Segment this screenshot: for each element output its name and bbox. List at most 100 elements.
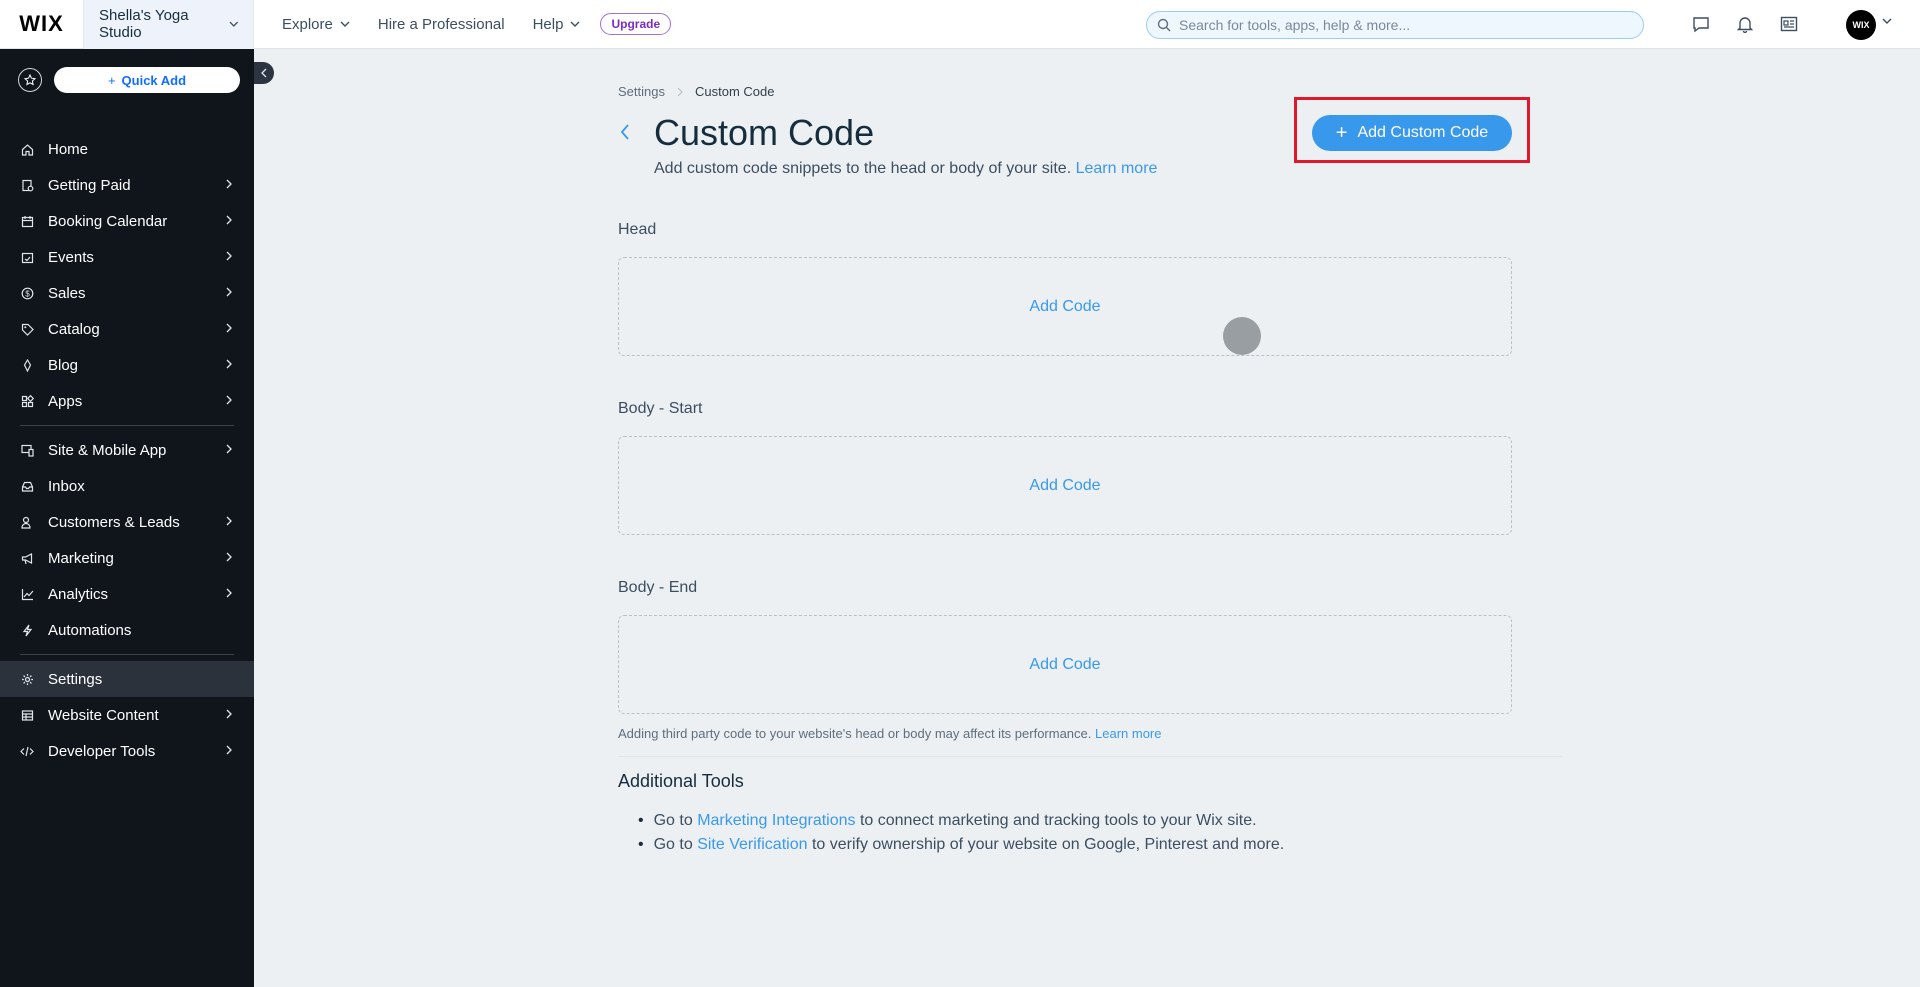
sidebar-item-analytics[interactable]: Analytics bbox=[0, 576, 254, 612]
tool-suffix: to verify ownership of your website on G… bbox=[811, 836, 1285, 853]
sidebar-item-inbox[interactable]: Inbox bbox=[0, 468, 254, 504]
chart-icon bbox=[20, 587, 34, 601]
sidebar-item-sales[interactable]: $ Sales bbox=[0, 275, 254, 311]
wix-logo[interactable]: WIX bbox=[0, 0, 84, 49]
home-icon bbox=[20, 142, 34, 156]
list-item: Go to Site Verification to verify owners… bbox=[638, 836, 1285, 854]
marketing-integrations-link[interactable]: Marketing Integrations bbox=[697, 812, 855, 830]
chevron-right-icon bbox=[226, 359, 232, 369]
back-arrow-icon[interactable] bbox=[619, 123, 631, 141]
chevron-down-icon bbox=[340, 21, 350, 27]
sidebar-item-home[interactable]: Home bbox=[0, 131, 254, 167]
megaphone-icon bbox=[20, 551, 34, 565]
sidebar-item-label: Automations bbox=[48, 621, 132, 639]
sidebar-item-catalog[interactable]: Catalog bbox=[0, 311, 254, 347]
breadcrumb-settings[interactable]: Settings bbox=[618, 84, 665, 99]
chat-icon[interactable] bbox=[1691, 14, 1711, 34]
sidebar-item-settings[interactable]: Settings bbox=[0, 661, 254, 697]
head-code-box[interactable]: Add Code bbox=[618, 257, 1512, 356]
favorites-button[interactable] bbox=[18, 68, 42, 92]
sidebar-item-site-mobile-app[interactable]: Site & Mobile App bbox=[0, 432, 254, 468]
chevron-right-icon bbox=[226, 287, 232, 297]
news-icon[interactable] bbox=[1779, 14, 1799, 34]
bell-icon[interactable] bbox=[1735, 14, 1755, 34]
chevron-right-icon bbox=[226, 323, 232, 333]
site-name: Shella's Yoga Studio bbox=[99, 7, 189, 41]
quick-add-label: Quick Add bbox=[121, 72, 187, 88]
chevron-right-icon bbox=[226, 444, 232, 454]
chevron-right-icon bbox=[226, 215, 232, 225]
sidebar-item-customers-leads[interactable]: Customers & Leads bbox=[0, 504, 254, 540]
sidebar-item-label: Blog bbox=[48, 356, 79, 374]
learn-more-link[interactable]: Learn more bbox=[1076, 160, 1158, 177]
chevron-right-icon bbox=[226, 251, 232, 261]
calendar-icon bbox=[20, 214, 34, 228]
dollar-icon: $ bbox=[20, 286, 34, 300]
sidebar-item-booking-calendar[interactable]: Booking Calendar bbox=[0, 203, 254, 239]
sidebar-item-label: Sales bbox=[48, 284, 86, 302]
sidebar-item-label: Events bbox=[48, 248, 94, 266]
search-input[interactable] bbox=[1179, 17, 1619, 33]
body-end-code-box[interactable]: Add Code bbox=[618, 615, 1512, 714]
nav-explore-label: Explore bbox=[282, 15, 333, 33]
table-icon bbox=[20, 708, 34, 722]
gear-icon bbox=[20, 672, 34, 686]
list-item: Go to Marketing Integrations to connect … bbox=[638, 812, 1284, 830]
add-code-link[interactable]: Add Code bbox=[1029, 298, 1100, 316]
sidebar-item-label: Analytics bbox=[48, 585, 109, 603]
additional-tools-title: Additional Tools bbox=[618, 771, 744, 791]
chevron-down-icon bbox=[570, 21, 580, 27]
svg-text:$: $ bbox=[25, 289, 30, 298]
breadcrumb-custom-code: Custom Code bbox=[694, 84, 775, 99]
pen-icon bbox=[20, 358, 34, 372]
sidebar-item-apps[interactable]: Apps bbox=[0, 383, 254, 419]
section-label-body-end: Body - End bbox=[618, 579, 698, 596]
sidebar-item-blog[interactable]: Blog bbox=[0, 347, 254, 383]
sidebar-menu: Home Getting Paid Booking Calendar Event… bbox=[0, 131, 254, 769]
tool-prefix: Go to bbox=[653, 836, 693, 853]
upgrade-button[interactable]: Upgrade bbox=[600, 13, 672, 35]
nav-help[interactable]: Help bbox=[533, 16, 581, 33]
site-verification-link[interactable]: Site Verification bbox=[697, 836, 807, 854]
top-bar: WIX Shella's Yoga Studio Explore Hire a … bbox=[0, 0, 1920, 49]
section-label-head: Head bbox=[618, 221, 657, 238]
sidebar-top: + Quick Add bbox=[0, 49, 254, 99]
add-code-link[interactable]: Add Code bbox=[1029, 656, 1100, 674]
apps-icon bbox=[20, 394, 34, 408]
sidebar-item-label: Customers & Leads bbox=[48, 513, 180, 531]
payment-icon bbox=[20, 178, 34, 192]
chevron-down-icon bbox=[229, 21, 239, 27]
sidebar-item-events[interactable]: Events bbox=[0, 239, 254, 275]
note-learn-more-link[interactable]: Learn more bbox=[1095, 726, 1161, 741]
chevron-right-icon bbox=[226, 395, 232, 405]
main-content: Settings Custom Code Custom Code Add cus… bbox=[254, 49, 1920, 987]
sidebar: + Quick Add Home Getting Paid Booking Ca… bbox=[0, 49, 254, 987]
bolt-icon bbox=[20, 623, 34, 637]
sidebar-item-label: Apps bbox=[48, 392, 83, 410]
people-icon bbox=[20, 515, 34, 529]
nav-explore[interactable]: Explore bbox=[282, 16, 350, 33]
nav-help-label: Help bbox=[532, 15, 564, 33]
chevron-right-icon bbox=[226, 709, 232, 719]
quick-add-button[interactable]: + Quick Add bbox=[54, 67, 240, 93]
sidebar-item-website-content[interactable]: Website Content bbox=[0, 697, 254, 733]
sidebar-item-label: Booking Calendar bbox=[48, 212, 168, 230]
nav-hire-professional[interactable]: Hire a Professional bbox=[378, 16, 505, 33]
search-bar[interactable] bbox=[1146, 11, 1644, 39]
tag-icon bbox=[20, 322, 34, 336]
avatar[interactable]: WIX bbox=[1846, 10, 1876, 40]
add-code-link[interactable]: Add Code bbox=[1029, 477, 1100, 495]
body-start-code-box[interactable]: Add Code bbox=[618, 436, 1512, 535]
chevron-down-icon[interactable] bbox=[1882, 18, 1892, 24]
search-icon bbox=[1157, 18, 1171, 32]
sidebar-item-label: Marketing bbox=[48, 549, 114, 567]
sidebar-item-automations[interactable]: Automations bbox=[0, 612, 254, 648]
sidebar-item-marketing[interactable]: Marketing bbox=[0, 540, 254, 576]
site-switcher[interactable]: Shella's Yoga Studio bbox=[84, 0, 254, 49]
subtitle-text: Add custom code snippets to the head or … bbox=[654, 160, 1072, 177]
chevron-right-icon bbox=[226, 745, 232, 755]
sidebar-item-developer-tools[interactable]: Developer Tools bbox=[0, 733, 254, 769]
sidebar-item-getting-paid[interactable]: Getting Paid bbox=[0, 167, 254, 203]
add-custom-code-button[interactable]: + Add Custom Code bbox=[1312, 115, 1512, 151]
section-label-body-start: Body - Start bbox=[618, 400, 703, 417]
